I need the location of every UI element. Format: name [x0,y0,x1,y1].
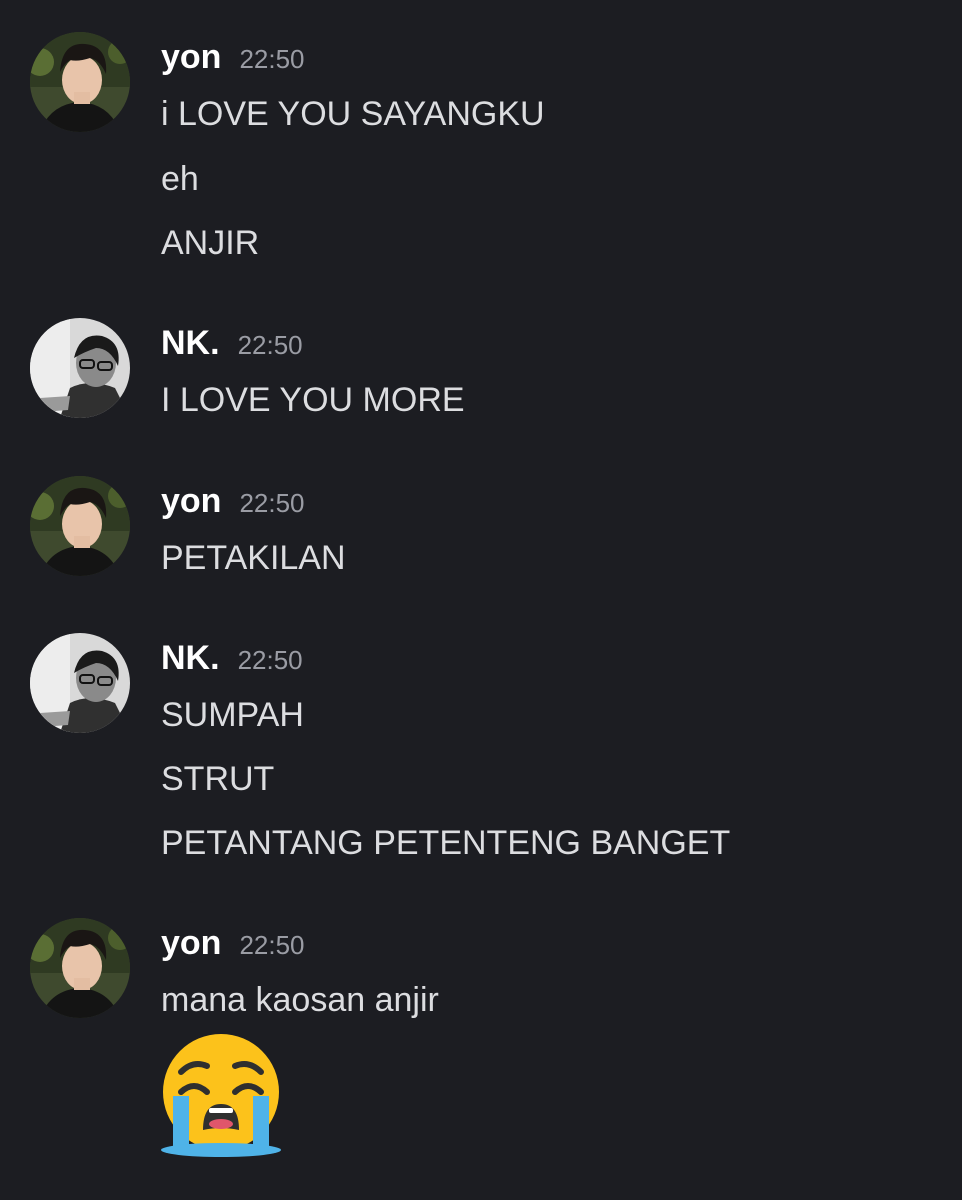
timestamp: 22:50 [237,330,303,360]
message-header: yon 22:50 [161,38,305,78]
message-header: NK. 22:50 [161,324,303,364]
chat-messages-area: yon 22:50 i LOVE YOU SAYANGKU eh ANJIR NK… [0,0,962,1200]
message-text: I LOVE YOU MORE [161,381,465,419]
message-text: i LOVE YOU SAYANGKU [161,95,545,133]
username[interactable]: NK. [161,639,220,677]
message-header: yon 22:50 [161,482,305,522]
message-header: NK. 22:50 [161,639,303,679]
loudly-crying-face-emoji [159,1034,283,1158]
username[interactable]: yon [161,924,221,962]
yon-avatar-icon[interactable] [30,32,130,132]
message-header: yon 22:50 [161,924,305,964]
message-text: eh [161,160,199,198]
message-text: SUMPAH [161,696,304,734]
message-text: STRUT [161,760,275,798]
yon-avatar-icon[interactable] [30,918,130,1018]
timestamp: 22:50 [239,930,305,960]
message-text: ANJIR [161,224,260,262]
message-text: mana kaosan anjir [161,981,439,1019]
timestamp: 22:50 [237,645,303,675]
yon-avatar-icon[interactable] [30,476,130,576]
timestamp: 22:50 [239,44,305,74]
message-text: PETAKILAN [161,539,346,577]
username[interactable]: NK. [161,324,220,362]
timestamp: 22:50 [239,488,305,518]
nk-avatar-icon[interactable] [30,633,130,733]
username[interactable]: yon [161,38,221,76]
nk-avatar-icon[interactable] [30,318,130,418]
username[interactable]: yon [161,482,221,520]
message-text: PETANTANG PETENTENG BANGET [161,824,731,862]
